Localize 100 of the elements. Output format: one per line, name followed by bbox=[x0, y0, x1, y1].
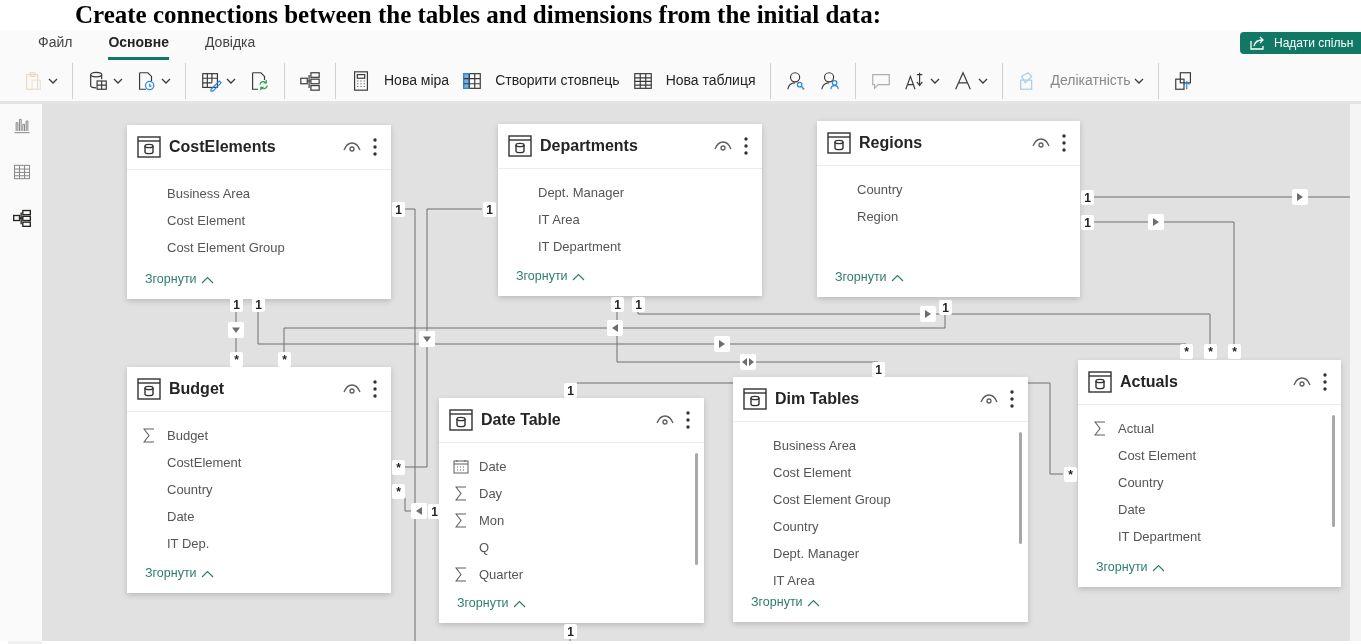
person-key-icon bbox=[784, 69, 807, 92]
field-name[interactable]: Date bbox=[1118, 499, 1146, 520]
table-card[interactable]: Dim Tables Business Area Cost Element Cost Element Group Country Dept. Manager IT Area Згорнути bbox=[733, 377, 1028, 622]
sigma-icon bbox=[455, 486, 467, 501]
more-icon[interactable] bbox=[1062, 134, 1066, 152]
collapse-link[interactable]: Згорнути bbox=[145, 564, 214, 583]
document-heading: Create connections between the tables and dimensions from the initial data: bbox=[75, 0, 881, 30]
cardinality-label: 1 bbox=[564, 383, 577, 398]
cardinality-label: 1 bbox=[392, 202, 405, 217]
field-name[interactable]: Date bbox=[167, 506, 195, 527]
cardinality-label: 1 bbox=[1081, 190, 1094, 205]
cardinality-label: 1 bbox=[230, 297, 243, 312]
field-name[interactable]: IT Area bbox=[538, 209, 580, 230]
scrollbar-thumb[interactable] bbox=[1332, 415, 1335, 527]
cardinality-label: * bbox=[392, 484, 405, 499]
bar-chart-icon[interactable] bbox=[12, 116, 32, 136]
field-name[interactable]: Actual bbox=[1118, 418, 1155, 439]
field-name[interactable]: Q bbox=[479, 537, 490, 558]
cardinality-label: 1 bbox=[939, 300, 952, 315]
caret-icon bbox=[161, 77, 171, 84]
eye-icon[interactable] bbox=[343, 141, 361, 153]
field-name[interactable]: Cost Element bbox=[167, 210, 246, 231]
toolbar-button[interactable]: Створити стовпець bbox=[455, 63, 626, 98]
table-card[interactable]: CostElements Business Area Cost Element Cost Element Group Згорнути bbox=[127, 125, 391, 299]
cardinality-label: 1 bbox=[483, 202, 496, 217]
field-name[interactable]: Cost Element bbox=[1118, 445, 1197, 466]
eye-icon[interactable] bbox=[656, 414, 674, 426]
table-card[interactable]: Budget Budget CostElement Country Date IT Dep. Згорнути bbox=[127, 367, 391, 593]
menu-tab[interactable]: Довідка bbox=[204, 32, 256, 60]
field-name[interactable]: Dept. Manager bbox=[773, 543, 859, 564]
share-icon bbox=[1250, 36, 1266, 50]
eye-icon[interactable] bbox=[343, 383, 361, 395]
field-name[interactable]: Country bbox=[167, 479, 213, 500]
table-card[interactable]: Actuals Actual Cost Element Country Date IT Department Згорнути bbox=[1078, 360, 1341, 587]
cardinality-label: * bbox=[392, 460, 405, 475]
caret-icon bbox=[226, 77, 236, 84]
chevron-up-icon bbox=[200, 569, 214, 578]
table-card[interactable]: Regions Country Region Згорнути bbox=[817, 121, 1080, 297]
field-name[interactable]: Country bbox=[857, 179, 903, 200]
more-icon[interactable] bbox=[1010, 390, 1014, 408]
relationship-line[interactable] bbox=[235, 310, 237, 353]
sigma-icon bbox=[143, 428, 155, 443]
model-icon[interactable] bbox=[12, 208, 32, 228]
caret-icon bbox=[1134, 77, 1145, 84]
more-icon[interactable] bbox=[1323, 373, 1327, 391]
field-name[interactable]: Region bbox=[857, 206, 899, 227]
eye-icon[interactable] bbox=[714, 140, 732, 152]
field-name[interactable]: Business Area bbox=[167, 183, 251, 204]
field-name[interactable]: Quarter bbox=[479, 564, 524, 585]
scrollbar-thumb[interactable] bbox=[695, 453, 698, 565]
more-icon[interactable] bbox=[686, 411, 690, 429]
cardinality-label: 1 bbox=[872, 362, 885, 377]
field-name[interactable]: CostElement bbox=[167, 452, 242, 473]
field-name[interactable]: IT Area bbox=[773, 570, 815, 591]
collapse-link[interactable]: Згорнути bbox=[457, 594, 526, 613]
eye-icon[interactable] bbox=[1293, 376, 1311, 388]
field-name[interactable]: Mon bbox=[479, 510, 505, 531]
eye-icon[interactable] bbox=[1032, 137, 1050, 149]
table-icon bbox=[1088, 371, 1112, 393]
more-icon[interactable] bbox=[373, 138, 377, 156]
eye-icon[interactable] bbox=[980, 393, 998, 405]
field-name[interactable]: Budget bbox=[167, 425, 209, 446]
table-icon bbox=[137, 136, 161, 158]
collapse-link[interactable]: Згорнути bbox=[751, 593, 820, 612]
toolbar-button[interactable]: Нова міра bbox=[344, 63, 456, 98]
collapse-link[interactable]: Згорнути bbox=[145, 270, 214, 289]
table-name: Actuals bbox=[1120, 372, 1178, 392]
more-icon[interactable] bbox=[373, 380, 377, 398]
cardinality-label: * bbox=[1204, 344, 1217, 359]
cardinality-label: * bbox=[1228, 344, 1241, 359]
collapse-link[interactable]: Згорнути bbox=[516, 267, 585, 286]
table-card[interactable]: Date Table Date Day Mon Q Quarter Згорнути bbox=[439, 398, 704, 623]
collapse-link[interactable]: Згорнути bbox=[835, 268, 904, 287]
share-button[interactable]: Надати спільн bbox=[1240, 32, 1361, 54]
scrollbar-thumb[interactable] bbox=[1019, 432, 1022, 544]
table-card[interactable]: Departments Dept. Manager IT Area IT Department Згорнути bbox=[498, 124, 762, 296]
menu-tab[interactable]: Файл bbox=[38, 32, 73, 60]
field-name[interactable]: IT Dep. bbox=[167, 533, 210, 554]
field-name[interactable]: Cost Element Group bbox=[167, 237, 285, 258]
field-name[interactable]: Cost Element Group bbox=[773, 489, 891, 510]
table-icon[interactable] bbox=[12, 162, 32, 182]
database-table-icon bbox=[87, 69, 109, 92]
cardinality-label: 1 bbox=[611, 297, 624, 312]
field-name[interactable]: Dept. Manager bbox=[538, 182, 624, 203]
table-icon bbox=[508, 135, 532, 157]
caret-icon bbox=[113, 77, 123, 84]
field-name[interactable]: Country bbox=[773, 516, 819, 537]
toolbar-button[interactable]: Нова таблиця bbox=[625, 63, 762, 98]
field-name[interactable]: Day bbox=[479, 483, 503, 504]
hierarchy-icon bbox=[299, 69, 321, 92]
cardinality-label: 1 bbox=[564, 624, 577, 639]
field-name[interactable]: Date bbox=[479, 456, 507, 477]
field-name[interactable]: Country bbox=[1118, 472, 1164, 493]
field-name[interactable]: Business Area bbox=[773, 435, 857, 456]
field-name[interactable]: IT Department bbox=[1118, 526, 1201, 547]
field-name[interactable]: IT Department bbox=[538, 236, 621, 257]
field-name[interactable]: Cost Element bbox=[773, 462, 852, 483]
collapse-link[interactable]: Згорнути bbox=[1096, 558, 1165, 577]
more-icon[interactable] bbox=[744, 137, 748, 155]
table-name: CostElements bbox=[169, 137, 276, 157]
